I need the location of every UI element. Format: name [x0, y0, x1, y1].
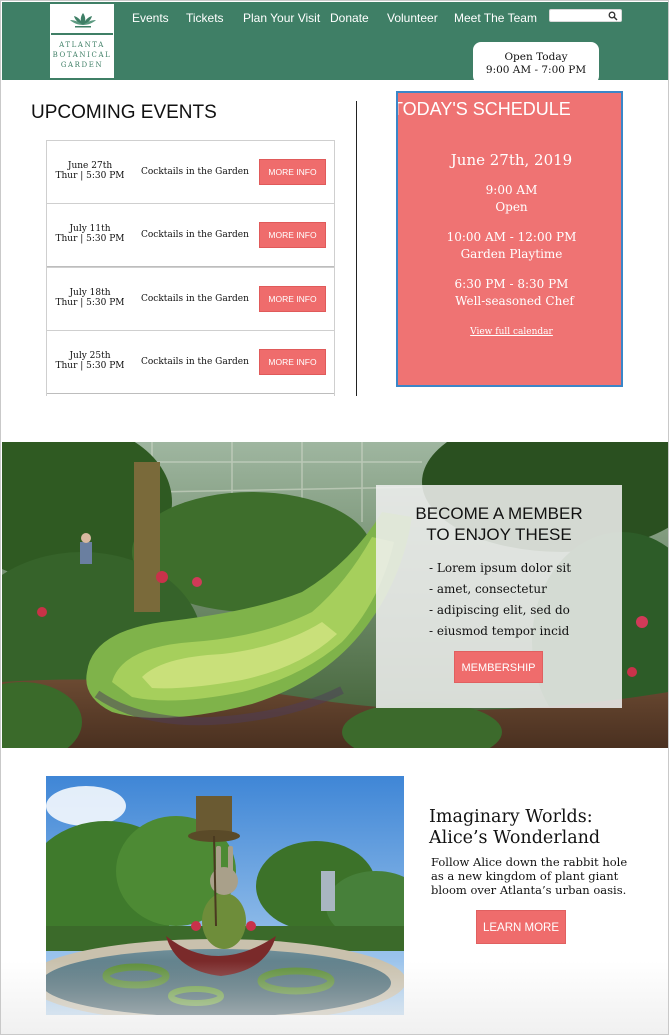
nav-volunteer[interactable]: Volunteer — [387, 11, 438, 25]
event-time: Thur | 5:30 PM — [55, 361, 125, 371]
event-row: July 25th Thur | 5:30 PM Cocktails in th… — [47, 330, 334, 394]
schedule-label: Garden Playtime — [460, 247, 563, 261]
membership-card: BECOME A MEMBER TO ENJOY THESE - Lorem i… — [376, 485, 622, 708]
event-name: Cocktails in the Garden — [141, 167, 249, 177]
event-day: July 18th — [69, 288, 111, 298]
events-list: June 27th Thur | 5:30 PM Cocktails in th… — [46, 140, 335, 396]
membership-benefits-list: - Lorem ipsum dolor sit - amet, consecte… — [429, 558, 571, 642]
membership-heading: BECOME A MEMBER TO ENJOY THESE — [376, 503, 622, 545]
schedule-date: June 27th, 2019 — [450, 151, 573, 169]
todays-schedule-panel: TODAY'S SCHEDULE June 27th, 2019 9:00 AM… — [396, 91, 623, 387]
event-name: Cocktails in the Garden — [141, 230, 249, 240]
more-info-button[interactable]: MORE INFO — [259, 286, 326, 312]
membership-benefit: - amet, consectetur — [429, 582, 547, 596]
event-name: Cocktails in the Garden — [141, 294, 249, 304]
feature-description-line: Follow Alice down the rabbit hole — [431, 855, 628, 869]
learn-more-button[interactable]: LEARN MORE — [476, 910, 566, 944]
event-day: June 27th — [67, 161, 113, 171]
nav-donate[interactable]: Donate — [330, 11, 369, 25]
membership-heading-line: BECOME A MEMBER — [415, 504, 583, 523]
site-logo[interactable]: ATLANTA BOTANICAL GARDEN — [48, 2, 116, 80]
schedule-item: 9:00 AM Open — [398, 182, 621, 216]
event-time: Thur | 5:30 PM — [55, 234, 125, 244]
more-info-button[interactable]: MORE INFO — [259, 159, 326, 185]
open-today-label: Open Today — [504, 51, 568, 63]
search-box — [549, 9, 622, 22]
event-date: July 25th Thur | 5:30 PM — [55, 351, 125, 371]
lotus-flower-icon — [51, 5, 113, 35]
open-hours-value: 9:00 AM - 7:00 PM — [485, 64, 587, 76]
more-info-button[interactable]: MORE INFO — [259, 349, 326, 375]
event-time: Thur | 5:30 PM — [55, 298, 125, 308]
nav-meet-the-team[interactable]: Meet The Team — [454, 11, 537, 25]
feature-description-line: as a new kingdom of plant giant — [431, 869, 619, 883]
schedule-item: 6:30 PM - 8:30 PM Well-seasoned Chef — [398, 276, 621, 310]
page: ATLANTA BOTANICAL GARDEN Events Tickets … — [0, 0, 669, 1035]
event-day: July 11th — [69, 224, 111, 234]
logo-line: GARDEN — [60, 61, 104, 69]
membership-benefit: - adipiscing elit, sed do — [429, 603, 570, 617]
schedule-time: 6:30 PM - 8:30 PM — [454, 277, 569, 291]
section-divider — [356, 101, 357, 396]
view-full-calendar-link[interactable]: View full calendar — [398, 327, 621, 337]
schedule-label: Well-seasoned Chef — [455, 294, 574, 308]
event-day: July 25th — [69, 351, 111, 361]
feature-title: Imaginary Worlds: Alice’s Wonderland — [429, 807, 600, 849]
schedule-time: 9:00 AM — [485, 183, 538, 197]
logo-line: ATLANTA — [59, 41, 105, 49]
event-date: July 18th Thur | 5:30 PM — [55, 288, 125, 308]
membership-benefit: - eiusmod tempor incid — [429, 624, 570, 638]
logo-wordmark: ATLANTA BOTANICAL GARDEN — [50, 40, 114, 70]
events-heading: UPCOMING EVENTS — [31, 102, 217, 123]
event-row: June 27th Thur | 5:30 PM Cocktails in th… — [47, 140, 334, 204]
more-info-button[interactable]: MORE INFO — [259, 222, 326, 248]
event-date: July 11th Thur | 5:30 PM — [55, 224, 125, 244]
search-input[interactable] — [553, 10, 605, 21]
feature-description: Follow Alice down the rabbit hole as a n… — [431, 855, 631, 897]
feature-description-line: bloom over Atlanta’s urban oasis. — [431, 883, 627, 897]
open-hours-badge: Open Today 9:00 AM - 7:00 PM — [473, 42, 599, 84]
event-date: June 27th Thur | 5:30 PM — [55, 161, 125, 181]
alice-wonderland-image[interactable] — [46, 776, 404, 1015]
logo-line: BOTANICAL — [52, 51, 112, 59]
membership-button[interactable]: MEMBERSHIP — [454, 651, 543, 683]
schedule-label: Open — [495, 200, 528, 214]
feature-title-line: Imaginary Worlds: — [429, 807, 593, 827]
event-row: July 11th Thur | 5:30 PM Cocktails in th… — [47, 203, 334, 267]
schedule-heading: TODAY'S SCHEDULE — [396, 99, 571, 119]
schedule-item: 10:00 AM - 12:00 PM Garden Playtime — [398, 229, 621, 263]
event-name: Cocktails in the Garden — [141, 357, 249, 367]
nav-events[interactable]: Events — [132, 11, 169, 25]
event-row: July 18th Thur | 5:30 PM Cocktails in th… — [47, 267, 334, 331]
schedule-time: 10:00 AM - 12:00 PM — [446, 230, 577, 244]
event-time: Thur | 5:30 PM — [55, 171, 125, 181]
membership-benefit: - Lorem ipsum dolor sit — [429, 561, 572, 575]
membership-heading-line: TO ENJOY THESE — [426, 525, 572, 544]
feature-title-line: Alice’s Wonderland — [429, 828, 601, 848]
nav-tickets[interactable]: Tickets — [186, 11, 224, 25]
search-icon[interactable] — [608, 11, 618, 21]
nav-plan-your-visit[interactable]: Plan Your Visit — [243, 11, 320, 25]
site-header: ATLANTA BOTANICAL GARDEN Events Tickets … — [2, 2, 668, 84]
